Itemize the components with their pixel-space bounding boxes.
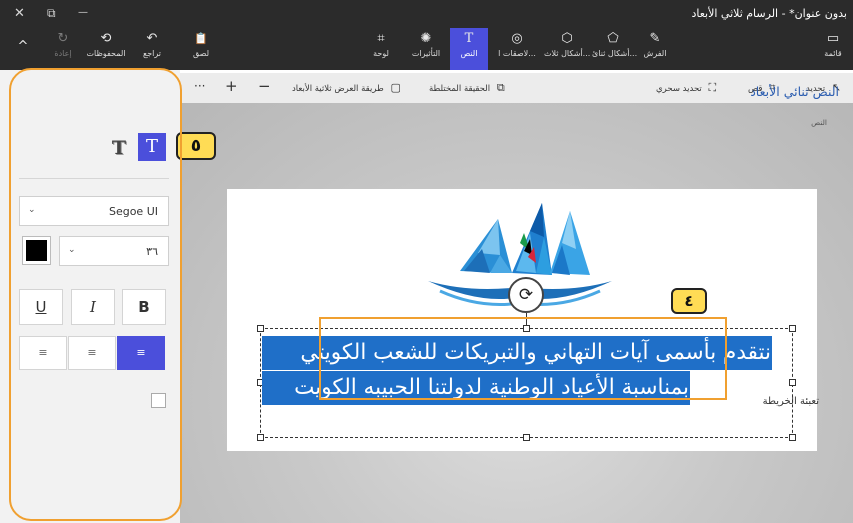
paste-button[interactable]: 📋 لصق [186,30,216,68]
view-3d-button[interactable]: طريقة العرض ثلاثية الأبعاد ▢ [292,81,405,94]
align-left-icon: ≡ [38,346,48,359]
effects-button[interactable]: ✺ التأثيرات [406,30,446,68]
view-3d-label: طريقة العرض ثلاثية الأبعاد [292,84,384,94]
bold-icon: B [138,298,150,316]
font-size-dropdown[interactable]: ⌄ ٣٦ [59,236,169,266]
callout-number-4: ٤ [671,288,707,314]
zoom-in-button[interactable]: + [225,77,238,95]
cube-icon: ⬡ [561,31,573,46]
brushes-label: الفرش [643,49,667,58]
menu-label: قائمة [824,49,842,58]
history-button[interactable]: ⟲ المحفوظات [84,30,128,68]
mixed-reality-button[interactable]: الحقيقة المختلطة ⧉ [429,81,509,95]
fill-background-checkbox[interactable] [151,393,166,408]
canvas-icon: ⌗ [377,31,385,46]
font-size-value: ٣٦ [146,245,158,258]
text-icon: T [464,31,474,46]
shapes-2d-label: أشكال ثنائ... [592,49,638,58]
text-2d-icon: T [145,136,158,157]
shapes-2d-button[interactable]: ⬠ أشكال ثنائ... [592,30,638,68]
magic-select-button[interactable]: تحديد سحري ⛶ [656,81,720,95]
redo-icon: ↻ [57,31,69,46]
chevron-down-icon: ⌄ [28,205,36,215]
chevron-down-icon: ⌄ [68,245,76,255]
view-3d-icon: ▢ [390,81,401,94]
effects-icon: ✺ [420,31,432,46]
menu-button[interactable]: ▭ قائمة [818,30,848,68]
callout-number-5: ٥ [176,132,216,160]
rotate-icon: ⟳ [518,285,534,305]
font-family-dropdown[interactable]: ⌄ Segoe UI [19,196,169,226]
canvas-button[interactable]: ⌗ لوحة [364,30,398,68]
resize-handle-right[interactable] [789,379,796,386]
canvas-label: لوحة [373,49,389,58]
title-bar: ✕ ⧉ — بدون عنوان* - الرسام ثلاثي الأبعاد [0,0,853,28]
resize-handle-top-left[interactable] [257,325,264,332]
align-center-icon: ≡ [87,346,97,359]
magic-select-label: تحديد سحري [656,84,702,94]
ribbon: ^ ↻ إعادة ⟲ المحفوظات ↶ تراجع 📋 لصق ⌗ لو… [0,28,853,70]
history-label: المحفوظات [86,49,126,58]
text-color-picker[interactable] [22,236,51,265]
underline-icon: U [35,298,47,316]
effects-label: التأثيرات [411,49,441,58]
redo-label: إعادة [54,49,72,58]
align-right-icon: ≡ [136,346,146,359]
shapes-3d-button[interactable]: ⬡ أشكال ثلاث... [544,30,590,68]
magic-select-icon: ⛶ [708,81,717,94]
text-tool-label: النص [460,49,478,58]
annotation-rectangle [319,317,727,400]
brush-icon: ✎ [649,31,661,46]
underline-button[interactable]: U [19,289,63,325]
zoom-out-button[interactable]: − [258,77,271,95]
text-3d-button[interactable]: T [106,135,132,161]
resize-handle-bottom-left[interactable] [257,434,264,441]
text-3d-icon: T [111,137,127,159]
align-center-button[interactable]: ≡ [68,336,116,370]
paste-label: لصق [192,49,210,58]
text-type-label: النص [811,118,827,127]
italic-icon: I [90,298,96,316]
mixed-reality-icon: ⧉ [496,81,505,94]
text-tool-button[interactable]: T النص [450,28,488,70]
fill-background-label: تعبئة الخريطة [762,396,819,407]
close-icon[interactable]: ✕ [14,6,25,21]
resize-handle-bottom[interactable] [523,434,530,441]
undo-button[interactable]: ↶ تراجع [136,30,168,68]
stickers-button[interactable]: ◎ لاصقات ا... [492,30,542,68]
bold-button[interactable]: B [122,289,166,325]
minimize-icon[interactable]: — [78,7,88,18]
font-family-value: Segoe UI [108,205,158,218]
resize-handle-bottom-right[interactable] [789,434,796,441]
text-2d-button[interactable]: T [138,133,166,161]
shapes-icon: ⬠ [607,31,619,46]
chevron-up-icon: ^ [17,39,29,54]
undo-icon: ↶ [146,31,158,46]
text-color-swatch [26,240,47,261]
more-button[interactable]: ··· [194,79,205,93]
stickers-label: لاصقات ا... [498,49,536,58]
undo-label: تراجع [142,49,162,58]
panel-title: النص ثنائي الأبعاد [750,84,839,99]
italic-button[interactable]: I [71,289,115,325]
window-title: بدون عنوان* - الرسام ثلاثي الأبعاد [691,7,847,20]
brushes-button[interactable]: ✎ الفرش [640,30,670,68]
menu-icon: ▭ [826,31,840,46]
align-right-button[interactable]: ≡ [117,336,165,370]
mixed-reality-label: الحقيقة المختلطة [429,84,491,94]
resize-handle-top-right[interactable] [789,325,796,332]
history-icon: ⟲ [100,31,112,46]
sticker-icon: ◎ [511,31,523,46]
panel-divider [19,178,169,179]
rotate-handle[interactable]: ⟳ [508,277,544,313]
shapes-3d-label: أشكال ثلاث... [544,49,591,58]
clipboard-icon: 📋 [194,32,208,45]
redo-button[interactable]: ↻ إعادة [48,30,78,68]
restore-icon[interactable]: ⧉ [47,6,56,21]
align-left-button[interactable]: ≡ [19,336,67,370]
